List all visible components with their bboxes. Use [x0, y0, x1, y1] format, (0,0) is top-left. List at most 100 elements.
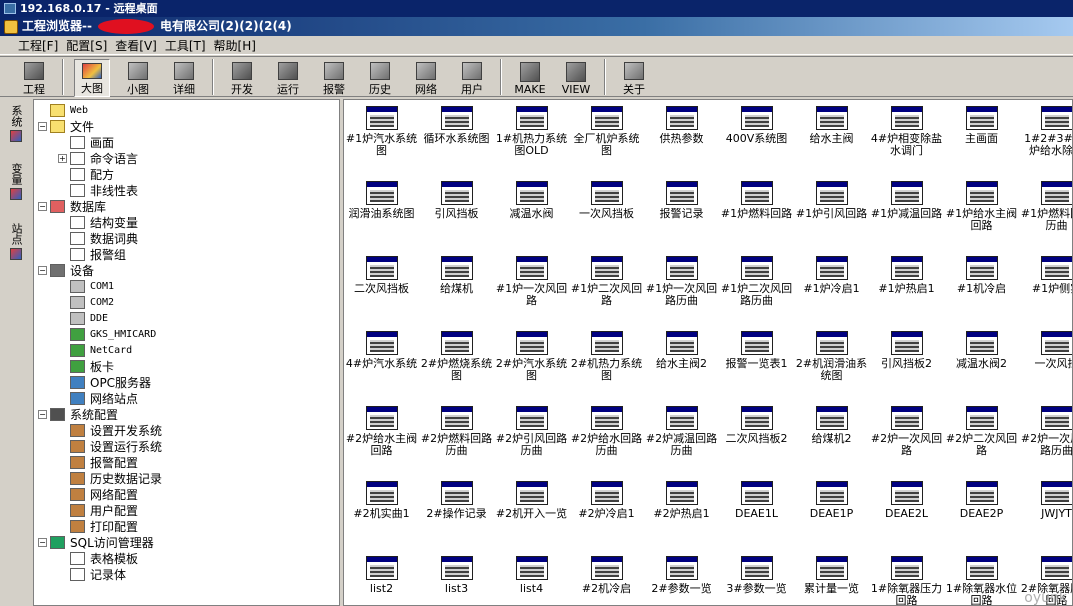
screen-icon-grid[interactable]: #1炉汽水系统图 循环水系统图 1#机热力系统图OLD 全厂机炉系统图 供热参数 400V…: [343, 99, 1073, 606]
tree-item[interactable]: 记录体: [58, 566, 126, 582]
tree-item[interactable]: 非线性表: [58, 182, 138, 198]
screen-item[interactable]: 累计量一览: [794, 550, 869, 605]
screen-item[interactable]: 全厂机炉系统图: [569, 100, 644, 170]
screen-item[interactable]: #2炉燃料回路历曲: [419, 400, 494, 470]
tree-item[interactable]: 设置运行系统: [58, 438, 162, 454]
screen-item[interactable]: 2#操作记录: [419, 475, 494, 545]
tree-item[interactable]: 数据词典: [58, 230, 138, 246]
screen-item[interactable]: DEAE2L: [869, 475, 944, 545]
tree-item[interactable]: GKS_HMICARD: [58, 326, 156, 342]
side-tab-variables[interactable]: 变量: [5, 161, 27, 213]
tree-item[interactable]: 网络站点: [58, 390, 138, 406]
screen-item[interactable]: #2机实曲1: [344, 475, 419, 545]
tree-item[interactable]: 报警配置: [58, 454, 138, 470]
screen-item[interactable]: 给煤机2: [794, 400, 869, 470]
screen-item[interactable]: DEAE1P: [794, 475, 869, 545]
screen-item[interactable]: 2#机润滑油系统图: [794, 325, 869, 395]
screen-item[interactable]: 报警一览表1: [719, 325, 794, 395]
tb-view-button[interactable]: VIEW: [558, 59, 594, 97]
screen-item[interactable]: 给煤机: [419, 250, 494, 320]
screen-item[interactable]: #1炉一次风回路历曲: [644, 250, 719, 320]
screen-item[interactable]: #2炉一次风回路: [869, 400, 944, 470]
tb-large-icons-button[interactable]: 大图: [74, 59, 110, 97]
tb-small-icons-button[interactable]: 小图: [120, 59, 156, 97]
screen-item[interactable]: 一次风挡板: [569, 175, 644, 245]
screen-item[interactable]: #1炉一次风回路: [494, 250, 569, 320]
screen-item[interactable]: DEAE2P: [944, 475, 1019, 545]
menu-config[interactable]: 配置[S]: [62, 37, 111, 55]
tree-item[interactable]: OPC服务器: [58, 374, 151, 390]
tree-item[interactable]: DDE: [58, 310, 108, 326]
screen-item[interactable]: 给水主阀2: [644, 325, 719, 395]
screen-item[interactable]: list3: [419, 550, 494, 605]
screen-item[interactable]: 2#参数一览: [644, 550, 719, 605]
screen-item[interactable]: #2炉给水回路历曲: [569, 400, 644, 470]
screen-item[interactable]: 4#炉相变除盐水调门: [869, 100, 944, 170]
tb-user-button[interactable]: 用户: [454, 59, 490, 97]
tree-item[interactable]: NetCard: [58, 342, 132, 358]
screen-item[interactable]: #1炉燃料回路历曲: [1019, 175, 1072, 245]
screen-item[interactable]: 2#炉燃烧系统图: [419, 325, 494, 395]
screen-item[interactable]: 2#炉汽水系统图: [494, 325, 569, 395]
screen-item[interactable]: 循环水系统图: [419, 100, 494, 170]
tree-toggle[interactable]: −: [38, 537, 47, 547]
screen-item[interactable]: #2炉冷启1: [569, 475, 644, 545]
tb-alarm-button[interactable]: 报警: [316, 59, 352, 97]
menu-project[interactable]: 工程[F]: [14, 37, 62, 55]
screen-item[interactable]: #2炉给水主阀回路: [344, 400, 419, 470]
tb-make-button[interactable]: MAKE: [512, 59, 548, 97]
screen-item[interactable]: 报警记录: [644, 175, 719, 245]
screen-item[interactable]: #1炉减温回路: [869, 175, 944, 245]
screen-item[interactable]: #1炉汽水系统图: [344, 100, 419, 170]
tree-toggle[interactable]: +: [58, 153, 67, 163]
tb-about-button[interactable]: 关于: [616, 59, 652, 97]
screen-item[interactable]: DEAE1L: [719, 475, 794, 545]
side-tab-stations[interactable]: 站点: [5, 221, 27, 273]
screen-item[interactable]: 4#炉汽水系统: [344, 325, 419, 395]
screen-item[interactable]: #1炉侧实: [1019, 250, 1072, 320]
tb-run-button[interactable]: 运行: [270, 59, 306, 97]
screen-item[interactable]: JWJYT: [1019, 475, 1072, 545]
screen-item[interactable]: #2炉一次风回路历曲: [1019, 400, 1072, 470]
screen-item[interactable]: list4: [494, 550, 569, 605]
screen-item[interactable]: 400V系统图: [719, 100, 794, 170]
tree-item[interactable]: − 系统配置: [38, 406, 118, 422]
tree-item[interactable]: 历史数据记录: [58, 470, 162, 486]
tree-item[interactable]: COM2: [58, 294, 114, 310]
tree-item[interactable]: + 命令语言: [58, 150, 138, 166]
tree-item[interactable]: 用户配置: [58, 502, 138, 518]
tree-toggle[interactable]: −: [38, 265, 47, 275]
screen-item[interactable]: #1炉给水主阀回路: [944, 175, 1019, 245]
screen-item[interactable]: #2炉减温回路历曲: [644, 400, 719, 470]
side-tab-system[interactable]: 系统: [5, 103, 27, 147]
screen-item[interactable]: 1#机热力系统图OLD: [494, 100, 569, 170]
tree-item[interactable]: − 数据库: [38, 198, 106, 214]
screen-item[interactable]: #1炉冷启1: [794, 250, 869, 320]
tb-network-button[interactable]: 网络: [408, 59, 444, 97]
tree-item[interactable]: 配方: [58, 166, 114, 182]
tree-toggle[interactable]: −: [38, 121, 47, 131]
screen-item[interactable]: 引风挡板2: [869, 325, 944, 395]
menu-view[interactable]: 查看[V]: [111, 37, 161, 55]
tb-develop-button[interactable]: 开发: [224, 59, 260, 97]
screen-item[interactable]: 主画面: [944, 100, 1019, 170]
window-title-bar[interactable]: 工程浏览器-- 电有限公司(2)(2)(2(4): [0, 17, 1073, 36]
screen-item[interactable]: 二次风挡板2: [719, 400, 794, 470]
tb-project-button[interactable]: 工程: [16, 59, 52, 97]
screen-item[interactable]: 3#参数一览: [719, 550, 794, 605]
screen-item[interactable]: 给水主阀: [794, 100, 869, 170]
tree-toggle[interactable]: −: [38, 201, 47, 211]
menu-tools[interactable]: 工具[T]: [161, 37, 210, 55]
screen-item[interactable]: #1炉引风回路: [794, 175, 869, 245]
tree-item[interactable]: − 设备: [38, 262, 94, 278]
tree-item[interactable]: Web: [38, 102, 88, 118]
screen-item[interactable]: 2#机热力系统图: [569, 325, 644, 395]
screen-item[interactable]: 减温水阀: [494, 175, 569, 245]
screen-item[interactable]: #1炉热启1: [869, 250, 944, 320]
screen-item[interactable]: #2炉二次风回路: [944, 400, 1019, 470]
screen-item[interactable]: #2机开入一览: [494, 475, 569, 545]
screen-item[interactable]: list2: [344, 550, 419, 605]
screen-item[interactable]: 润滑油系统图: [344, 175, 419, 245]
tree-item[interactable]: 网络配置: [58, 486, 138, 502]
screen-item[interactable]: 二次风挡板: [344, 250, 419, 320]
